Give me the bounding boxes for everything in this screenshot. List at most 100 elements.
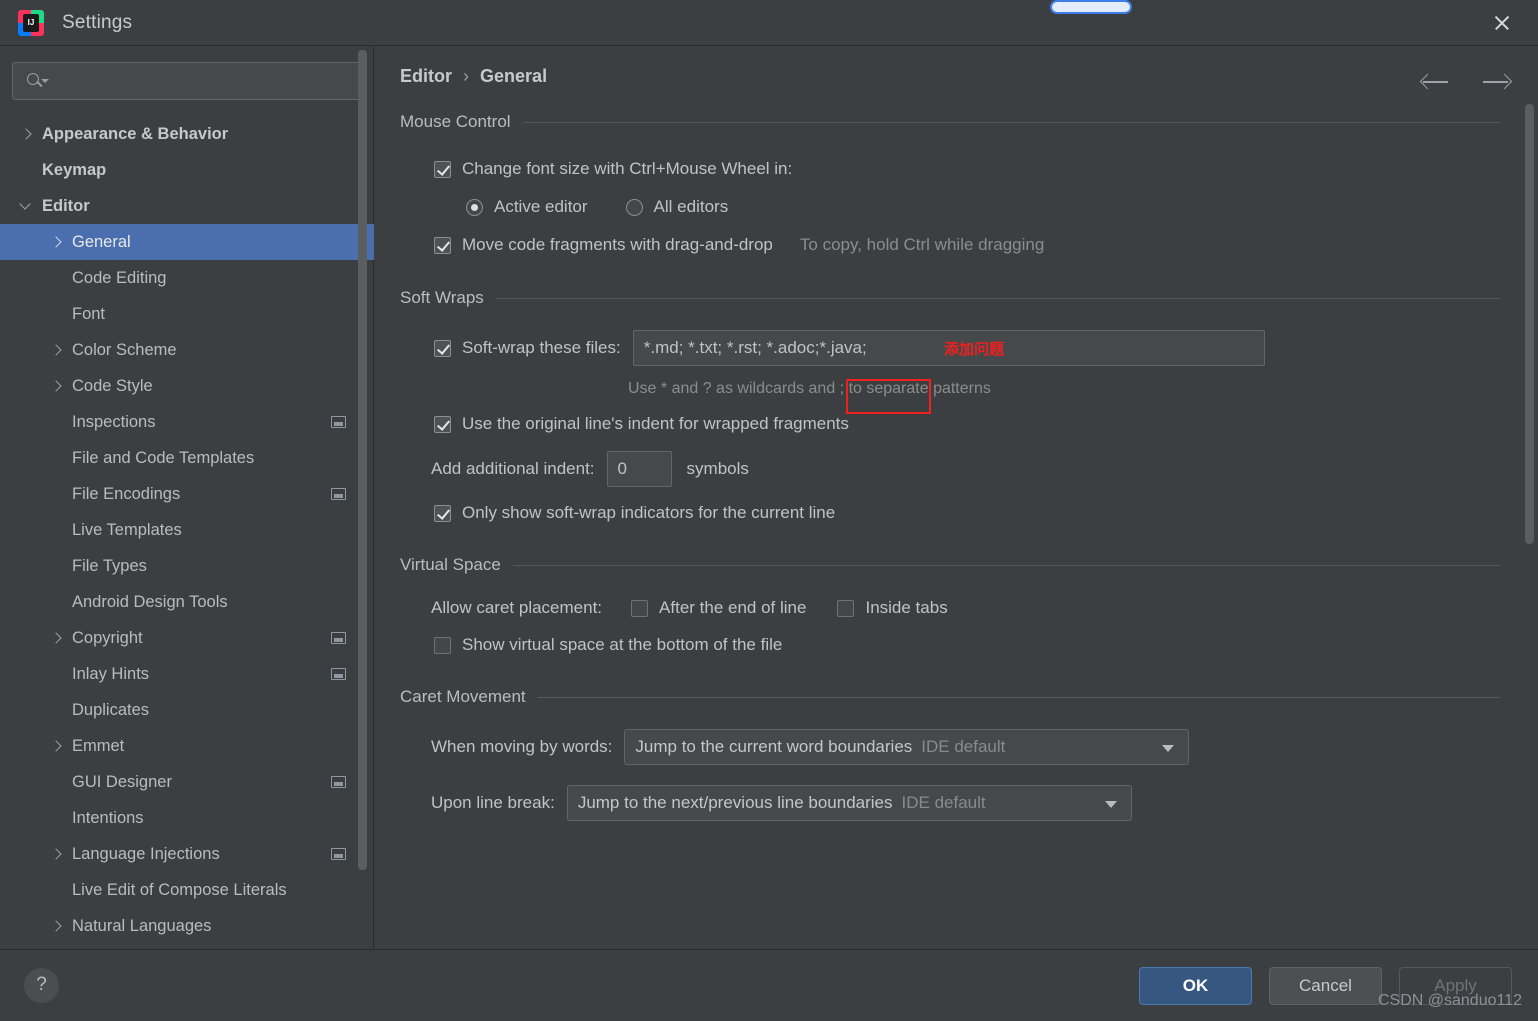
sidebar-item-duplicates[interactable]: Duplicates xyxy=(0,692,374,728)
upon-line-break-dropdown[interactable]: Jump to the next/previous line boundarie… xyxy=(566,785,1132,821)
project-scope-icon xyxy=(331,848,346,860)
additional-indent-input[interactable] xyxy=(606,451,672,487)
move-fragments-checkbox[interactable] xyxy=(434,236,451,254)
sidebar-item-label: Natural Languages xyxy=(72,916,212,935)
section-title: Mouse Control xyxy=(400,112,511,131)
chevron-right-icon[interactable] xyxy=(48,630,64,646)
sidebar-item-file-types[interactable]: File Types xyxy=(0,548,374,584)
sidebar-item-code-style[interactable]: Code Style xyxy=(0,368,374,404)
sidebar-item-label: Language Injections xyxy=(72,844,220,863)
chevron-right-icon[interactable] xyxy=(48,378,64,394)
search-icon xyxy=(27,73,49,89)
search-input[interactable] xyxy=(49,72,361,90)
help-button[interactable]: ? xyxy=(24,968,59,1003)
sidebar-item-android-design-tools[interactable]: Android Design Tools xyxy=(0,584,374,620)
forward-arrow-icon[interactable] xyxy=(1481,72,1513,92)
move-fragments-row[interactable]: Move code fragments with drag-and-drop T… xyxy=(434,235,1538,255)
sidebar-item-editor[interactable]: Editor xyxy=(0,188,374,224)
inside-tabs-checkbox[interactable] xyxy=(837,599,855,617)
change-font-size-row[interactable]: Change font size with Ctrl+Mouse Wheel i… xyxy=(434,159,1538,179)
project-scope-icon xyxy=(331,416,346,428)
sidebar-item-live-edit-of-compose-literals[interactable]: Live Edit of Compose Literals xyxy=(0,872,374,908)
sidebar-item-language-injections[interactable]: Language Injections xyxy=(0,836,374,872)
original-indent-checkbox[interactable] xyxy=(434,415,451,433)
additional-indent-label: Add additional indent: xyxy=(431,459,595,478)
sidebar-item-intentions[interactable]: Intentions xyxy=(0,800,374,836)
original-indent-label: Use the original line's indent for wrapp… xyxy=(462,414,849,433)
section-header-virtual-space: Virtual Space xyxy=(400,555,1500,575)
sidebar-item-inlay-hints[interactable]: Inlay Hints xyxy=(0,656,374,692)
sidebar-item-code-editing[interactable]: Code Editing xyxy=(0,260,374,296)
sidebar-item-label: Intentions xyxy=(72,808,144,827)
breadcrumb-parent[interactable]: Editor xyxy=(400,66,452,86)
sidebar-item-live-templates[interactable]: Live Templates xyxy=(0,512,374,548)
chevron-right-icon[interactable] xyxy=(48,234,64,250)
chevron-right-icon[interactable] xyxy=(48,738,64,754)
original-indent-row[interactable]: Use the original line's indent for wrapp… xyxy=(434,414,1538,434)
chevron-right-icon[interactable] xyxy=(48,342,64,358)
close-icon[interactable] xyxy=(1490,11,1514,35)
cancel-button[interactable]: Cancel xyxy=(1269,967,1382,1005)
back-arrow-icon[interactable] xyxy=(1419,72,1451,92)
sidebar-item-natural-languages[interactable]: Natural Languages xyxy=(0,908,374,944)
sidebar-item-label: File Types xyxy=(72,556,147,575)
wildcard-hint: Use * and ? as wildcards and ; to separa… xyxy=(628,380,991,397)
chevron-right-icon[interactable] xyxy=(18,126,34,142)
change-font-size-checkbox[interactable] xyxy=(434,160,451,178)
project-scope-icon xyxy=(331,776,346,788)
only-current-line-row[interactable]: Only show soft-wrap indicators for the c… xyxy=(434,503,1538,523)
section-header-soft-wraps: Soft Wraps xyxy=(400,288,1500,308)
when-moving-by-words-label: When moving by words: xyxy=(431,737,613,756)
sidebar-item-color-scheme[interactable]: Color Scheme xyxy=(0,332,374,368)
settings-sidebar: Appearance & Behavior Keymap Editor General… xyxy=(0,46,374,949)
sidebar-scrollbar-thumb[interactable] xyxy=(358,50,367,870)
intellij-logo-icon: IJ xyxy=(18,9,44,36)
section-title: Caret Movement xyxy=(400,687,526,706)
soft-wrap-files-label: Soft-wrap these files: xyxy=(462,338,621,357)
sidebar-item-label: General xyxy=(72,232,131,251)
window-title: Settings xyxy=(62,11,133,33)
dropdown-suffix: IDE default xyxy=(921,737,1006,756)
show-virtual-space-checkbox[interactable] xyxy=(434,636,451,654)
sidebar-item-appearance-behavior[interactable]: Appearance & Behavior xyxy=(0,116,374,152)
font-size-scope-radio-group: Active editor All editors xyxy=(466,197,1538,217)
chevron-right-icon[interactable] xyxy=(48,918,64,934)
sidebar-item-keymap[interactable]: Keymap xyxy=(0,152,374,188)
section-divider xyxy=(522,121,1500,123)
chevron-down-icon xyxy=(1162,745,1175,752)
sidebar-item-emmet[interactable]: Emmet xyxy=(0,728,374,764)
show-virtual-space-row[interactable]: Show virtual space at the bottom of the … xyxy=(434,635,1538,655)
sidebar-item-copyright[interactable]: Copyright xyxy=(0,620,374,656)
main-scrollbar-thumb[interactable] xyxy=(1525,104,1534,544)
active-editor-radio[interactable] xyxy=(466,198,483,216)
sidebar-item-font[interactable]: Font xyxy=(0,296,374,332)
search-box[interactable] xyxy=(12,62,362,100)
sidebar-item-label: Copyright xyxy=(72,628,143,647)
when-moving-by-words-row: When moving by words: Jump to the curren… xyxy=(431,729,1538,765)
sidebar-item-label: Code Style xyxy=(72,376,153,395)
annotation-text: 添加问题 xyxy=(944,341,1005,358)
project-scope-icon xyxy=(331,632,346,644)
settings-tree: Appearance & Behavior Keymap Editor General… xyxy=(0,116,374,949)
sidebar-item-gui-designer[interactable]: GUI Designer xyxy=(0,764,374,800)
only-current-line-checkbox[interactable] xyxy=(434,504,451,522)
navigation-arrows xyxy=(1419,72,1513,92)
sidebar-item-file-and-code-templates[interactable]: File and Code Templates xyxy=(0,440,374,476)
move-fragments-hint: To copy, hold Ctrl while dragging xyxy=(799,235,1045,254)
all-editors-radio[interactable] xyxy=(625,198,643,216)
after-end-of-line-checkbox[interactable] xyxy=(631,599,649,617)
when-moving-by-words-dropdown[interactable]: Jump to the current word boundaries IDE … xyxy=(624,729,1190,765)
chevron-right-icon[interactable] xyxy=(48,846,64,862)
sidebar-item-general[interactable]: General xyxy=(0,224,374,260)
only-current-line-label: Only show soft-wrap indicators for the c… xyxy=(462,503,836,522)
ok-button[interactable]: OK xyxy=(1139,967,1252,1005)
sidebar-item-file-encodings[interactable]: File Encodings xyxy=(0,476,374,512)
chevron-down-icon[interactable] xyxy=(18,198,34,214)
soft-wrap-files-checkbox[interactable] xyxy=(434,339,451,357)
sidebar-item-inspections[interactable]: Inspections xyxy=(0,404,374,440)
breadcrumb-current: General xyxy=(480,66,548,86)
